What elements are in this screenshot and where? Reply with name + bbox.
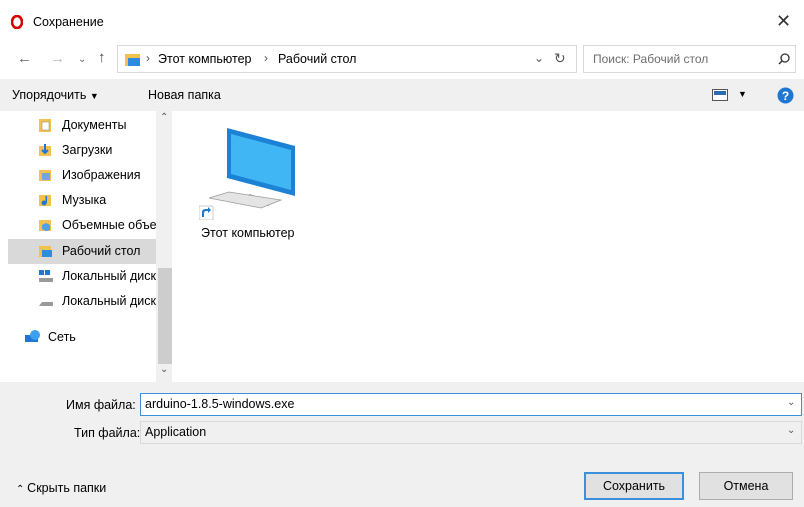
svg-text:?: ? (782, 89, 789, 103)
recent-chevron-icon[interactable]: ⌄ (78, 54, 86, 65)
organize-label: Упорядочить (12, 88, 87, 102)
help-icon[interactable]: ? (777, 87, 794, 104)
documents-folder-icon (39, 119, 51, 132)
organize-dropdown-icon: ▼ (89, 91, 99, 101)
back-arrow-icon[interactable]: ← (17, 50, 32, 67)
up-arrow-icon[interactable]: ↑ (98, 49, 106, 66)
toolbar: Упорядочить ▼ Новая папка ▼ ? (0, 79, 804, 111)
sidebar-item-network[interactable]: Сеть (8, 325, 158, 350)
computer-icon (199, 128, 295, 220)
sidebar-item-local-disk-c[interactable]: Локальный диск (C:) (8, 264, 178, 289)
downloads-folder-icon (39, 144, 51, 156)
local-disk-icon (39, 302, 53, 306)
filename-value: arduino-1.8.5-windows.exe (145, 397, 295, 411)
sidebar-item-documents[interactable]: Документы (8, 113, 158, 138)
music-folder-icon (39, 195, 51, 206)
chevron-up-icon: ⌃ (16, 484, 28, 495)
sidebar-item-downloads[interactable]: Загрузки (8, 138, 158, 163)
save-button[interactable]: Сохранить (584, 472, 684, 500)
network-icon (25, 330, 40, 342)
filetype-label: Тип файла: (74, 426, 141, 440)
refresh-icon[interactable]: ↻ (554, 50, 566, 67)
breadcrumb-desktop[interactable]: Рабочий стол (278, 52, 356, 66)
address-bar[interactable]: › Этот компьютер › Рабочий стол ⌄ ↻ (117, 45, 577, 73)
hide-folders-label: Скрыть папки (27, 481, 107, 495)
view-dropdown-icon[interactable]: ▼ (738, 89, 747, 99)
content-item-this-pc[interactable]: Этот компьютер (196, 124, 306, 242)
breadcrumb-this-pc[interactable]: Этот компьютер (158, 52, 251, 66)
filename-input[interactable]: arduino-1.8.5-windows.exe ⌄ (140, 393, 802, 416)
filetype-value: Application (145, 425, 207, 439)
new-folder-button[interactable]: Новая папка (148, 88, 221, 102)
filetype-dropdown-icon[interactable]: ⌄ (787, 425, 795, 436)
sidebar-item-3d-objects[interactable]: Объемные объекты (8, 213, 177, 238)
search-icon[interactable] (778, 53, 790, 65)
sidebar-item-label: Сеть (48, 330, 76, 344)
scroll-up-icon[interactable]: ⌃ (160, 112, 168, 123)
search-placeholder: Поиск: Рабочий стол (593, 52, 709, 66)
cancel-button[interactable]: Отмена (699, 472, 793, 500)
breadcrumb-separator-icon: › (264, 51, 268, 65)
opera-logo-icon (11, 15, 23, 29)
desktop-folder-icon (39, 246, 52, 257)
address-dropdown-icon[interactable]: ⌄ (534, 51, 544, 65)
close-icon[interactable]: ✕ (776, 11, 791, 32)
forward-arrow-icon[interactable]: → (50, 50, 65, 67)
organize-button[interactable]: Упорядочить ▼ (12, 88, 99, 102)
filetype-select[interactable]: Application ⌄ (140, 421, 802, 444)
breadcrumb-separator-icon: › (146, 51, 150, 65)
filename-label: Имя файла: (66, 398, 136, 412)
filename-dropdown-icon[interactable]: ⌄ (787, 397, 795, 408)
sidebar-item-desktop[interactable]: Рабочий стол (8, 239, 156, 264)
view-options-icon[interactable] (712, 89, 728, 101)
window-title: Сохранение (33, 15, 104, 29)
content-item-label: Этот компьютер (201, 226, 295, 240)
sidebar-item-local-disk-d[interactable]: Локальный диск (D:) (8, 289, 178, 314)
pictures-folder-icon (39, 170, 51, 181)
desktop-folder-icon (125, 54, 140, 66)
title-bar: Сохранение ✕ (0, 0, 804, 40)
sidebar-item-music[interactable]: Музыка (8, 188, 158, 213)
scroll-down-icon[interactable]: ⌄ (160, 364, 168, 375)
hide-folders-button[interactable]: ⌃ Скрыть папки (16, 481, 106, 495)
local-disk-icon (39, 270, 53, 282)
scrollbar-thumb[interactable] (158, 268, 172, 364)
3d-objects-folder-icon (39, 220, 51, 231)
sidebar-item-pictures[interactable]: Изображения (8, 163, 158, 188)
